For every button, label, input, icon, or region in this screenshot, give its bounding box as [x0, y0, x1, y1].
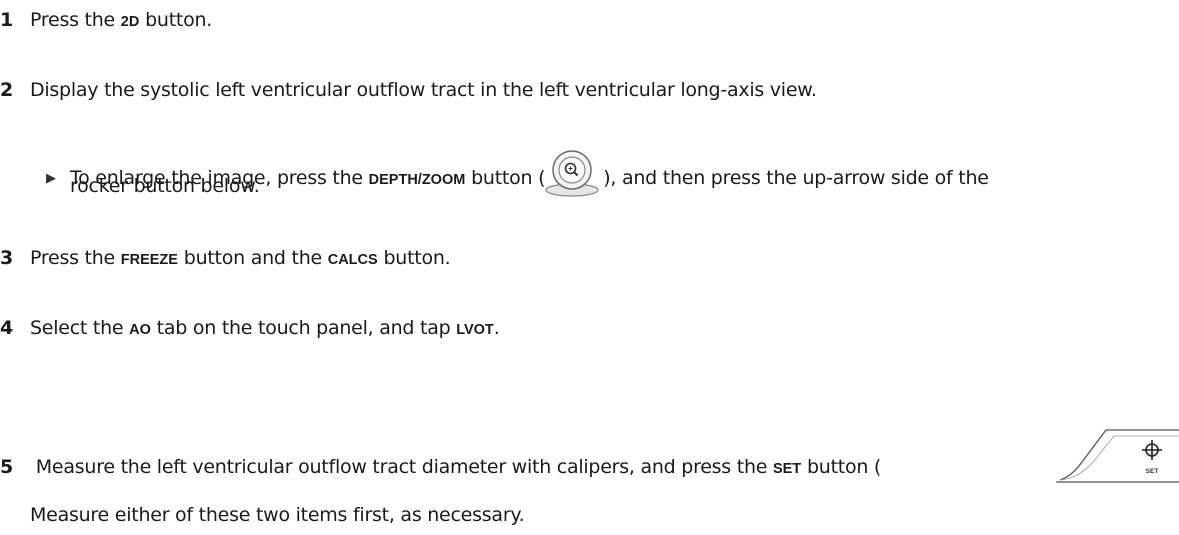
- step-2: 2 Display the systolic left ventricular o…: [0, 78, 817, 102]
- step-text: .: [493, 317, 500, 339]
- step-3: 3 Press the FREEZE button and the CALCS b…: [0, 246, 451, 272]
- step-text: Display the systolic left ventricular ou…: [30, 79, 817, 101]
- keyword-2d: 2D: [120, 14, 140, 30]
- step-1: 1 Press the 2D button.: [0, 8, 212, 34]
- keyword-ao: AO: [129, 322, 151, 338]
- step-5: 5 Measure the left ventricular outflow t…: [0, 455, 881, 481]
- set-icon-label: SET: [1146, 468, 1159, 475]
- step-text: tab on the touch panel, and tap: [150, 317, 457, 339]
- step-text: button (: [801, 456, 882, 478]
- keyword-depth-zoom: DEPTH/ZOOM: [368, 172, 466, 188]
- step-number: 5: [0, 456, 13, 478]
- bullet-text: ), and then press the up-arrow side of t…: [603, 167, 989, 189]
- step-text: button and the: [177, 247, 328, 269]
- keyword-set: SET: [772, 461, 802, 477]
- step-text: Select the: [30, 317, 130, 339]
- step-4: 4 Select the AO tab on the touch panel, a…: [0, 316, 500, 342]
- step-text: Press the: [30, 247, 121, 269]
- step-number: 3: [0, 247, 13, 269]
- bullet-marker: ▶: [46, 171, 56, 186]
- note-text: Measure either of these two items first,…: [30, 504, 525, 526]
- depth-zoom-knob-icon: [545, 150, 603, 198]
- step-text: Press the: [30, 9, 121, 31]
- keyword-freeze: FREEZE: [120, 252, 178, 268]
- step-2-bullet-continuation: rocker button below.: [70, 174, 260, 198]
- step-text: button.: [377, 247, 451, 269]
- bullet-text: button (: [465, 167, 546, 189]
- bullet-text: rocker button below.: [70, 175, 260, 197]
- step-text: button.: [139, 9, 213, 31]
- instruction-page: 1 Press the 2D button. 2 Display the systo…: [0, 0, 1179, 535]
- keyword-lvot: LVOT: [456, 322, 494, 338]
- step-number: 1: [0, 9, 13, 31]
- step-number: 4: [0, 317, 13, 339]
- note: Measure either of these two items first,…: [30, 503, 525, 527]
- step-number: 2: [0, 79, 13, 101]
- step-text: Measure the left ventricular outflow tra…: [30, 456, 773, 478]
- keyword-calcs: CALCS: [327, 252, 378, 268]
- set-crosshair-button-icon: SET: [1052, 426, 1179, 483]
